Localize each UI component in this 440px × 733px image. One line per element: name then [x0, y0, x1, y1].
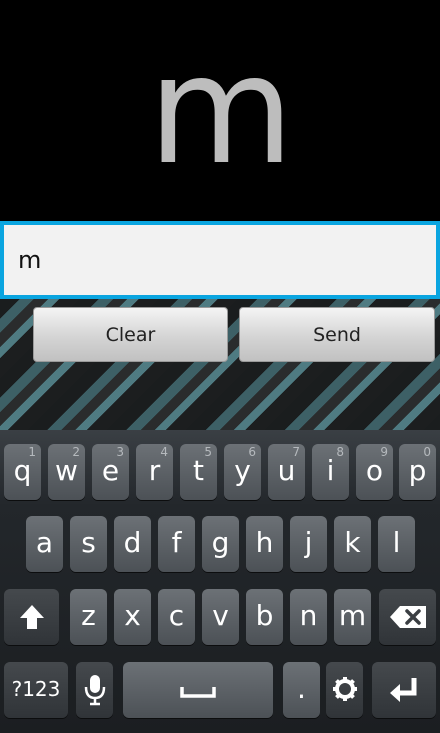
key-l[interactable]: l [378, 516, 415, 572]
key-label: . [297, 672, 306, 705]
button-bar: Clear Send [0, 299, 440, 430]
key-x[interactable]: x [114, 589, 151, 645]
microphone-key[interactable] [76, 662, 113, 718]
key-c[interactable]: c [158, 589, 195, 645]
key-m[interactable]: m [334, 589, 371, 645]
key-label: w [55, 454, 78, 487]
space-key[interactable] [123, 662, 273, 718]
key-s[interactable]: s [70, 516, 107, 572]
key-label: a [35, 526, 54, 559]
key-label: t [193, 454, 204, 487]
key-label: x [124, 599, 141, 632]
key-label: i [326, 454, 335, 487]
text-input[interactable] [4, 225, 436, 295]
clear-button[interactable]: Clear [33, 307, 228, 362]
key-label: b [255, 599, 274, 632]
key-label: d [123, 526, 142, 559]
microphone-icon [84, 674, 106, 706]
key-label: l [392, 526, 401, 559]
key-k[interactable]: k [334, 516, 371, 572]
text-input-container [0, 221, 440, 299]
shift-arrow-icon [18, 603, 46, 631]
key-label: z [81, 599, 96, 632]
key-label: g [211, 526, 230, 559]
key-label: o [365, 454, 384, 487]
key-d[interactable]: d [114, 516, 151, 572]
key-label: y [234, 454, 251, 487]
key-label: p [408, 454, 427, 487]
symbols-key[interactable]: ?123 [4, 662, 68, 718]
key-h[interactable]: h [246, 516, 283, 572]
enter-key[interactable] [372, 662, 436, 718]
key-b[interactable]: b [246, 589, 283, 645]
key-label: h [255, 526, 274, 559]
key-p[interactable]: 0p [399, 444, 436, 500]
key-f[interactable]: f [158, 516, 195, 572]
key-a[interactable]: a [26, 516, 63, 572]
send-button[interactable]: Send [239, 307, 435, 362]
key-label: m [338, 599, 367, 632]
key-label: v [212, 599, 229, 632]
shift-key[interactable] [4, 589, 59, 645]
key-label: u [277, 454, 296, 487]
gear-icon [332, 676, 358, 702]
key-t[interactable]: 5t [180, 444, 217, 500]
key-g[interactable]: g [202, 516, 239, 572]
key-z[interactable]: z [70, 589, 107, 645]
key-label: j [304, 526, 313, 559]
large-letter-display: m [0, 0, 440, 220]
key-i[interactable]: 8i [312, 444, 349, 500]
backspace-icon [389, 605, 427, 629]
key-label: r [148, 454, 161, 487]
key-n[interactable]: n [290, 589, 327, 645]
key-label: s [81, 526, 96, 559]
space-bar-icon [180, 686, 216, 698]
key-q[interactable]: 1q [4, 444, 41, 500]
key-label: ?123 [11, 677, 61, 701]
key-e[interactable]: 3e [92, 444, 129, 500]
large-letter: m [147, 24, 294, 198]
key-label: e [101, 454, 120, 487]
backspace-key[interactable] [379, 589, 436, 645]
key-label: q [13, 454, 32, 487]
key-o[interactable]: 9o [356, 444, 393, 500]
key-u[interactable]: 7u [268, 444, 305, 500]
key-label: k [344, 526, 361, 559]
settings-key[interactable] [326, 662, 363, 718]
key-label: c [168, 599, 185, 632]
soft-keyboard: 1q 2w 3e 4r 5t 6y 7u 8i 9o 0p a s d f g … [0, 430, 440, 733]
key-label: f [171, 526, 182, 559]
key-r[interactable]: 4r [136, 444, 173, 500]
key-label: n [299, 599, 318, 632]
key-y[interactable]: 6y [224, 444, 261, 500]
key-w[interactable]: 2w [48, 444, 85, 500]
key-v[interactable]: v [202, 589, 239, 645]
period-key[interactable]: . [283, 662, 320, 718]
key-j[interactable]: j [290, 516, 327, 572]
enter-arrow-icon [388, 676, 420, 704]
